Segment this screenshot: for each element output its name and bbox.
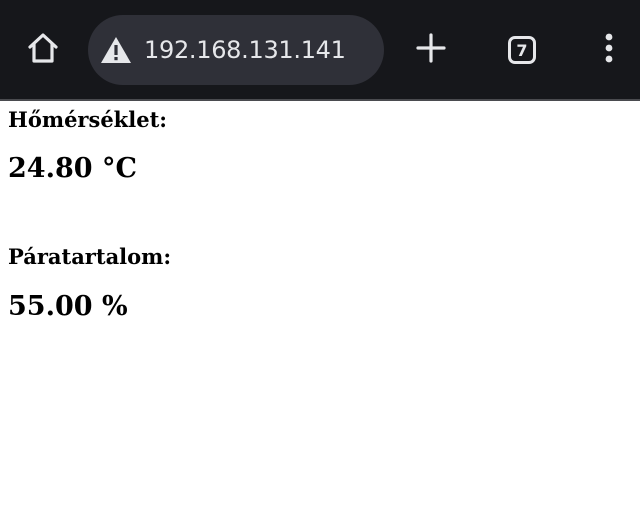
more-menu-button[interactable]: [585, 26, 633, 74]
temperature-value: 24.80 °C: [8, 153, 137, 184]
home-icon: [25, 30, 61, 71]
humidity-label: Páratartalom:: [8, 244, 172, 269]
more-vert-icon: [603, 32, 615, 69]
warning-triangle-icon[interactable]: [99, 33, 133, 67]
url-text[interactable]: 192.168.131.141: [144, 36, 346, 64]
address-bar[interactable]: 192.168.131.141: [88, 15, 384, 85]
tab-switcher-icon: 7: [508, 36, 536, 64]
browser-toolbar: 192.168.131.141 7: [0, 0, 640, 101]
temperature-label: Hőmérséklet:: [8, 107, 168, 132]
new-tab-button[interactable]: [407, 26, 455, 74]
tab-switcher-button[interactable]: 7: [498, 26, 546, 74]
plus-icon: [415, 32, 447, 69]
home-button[interactable]: [19, 26, 67, 74]
humidity-value: 55.00 %: [8, 291, 128, 322]
